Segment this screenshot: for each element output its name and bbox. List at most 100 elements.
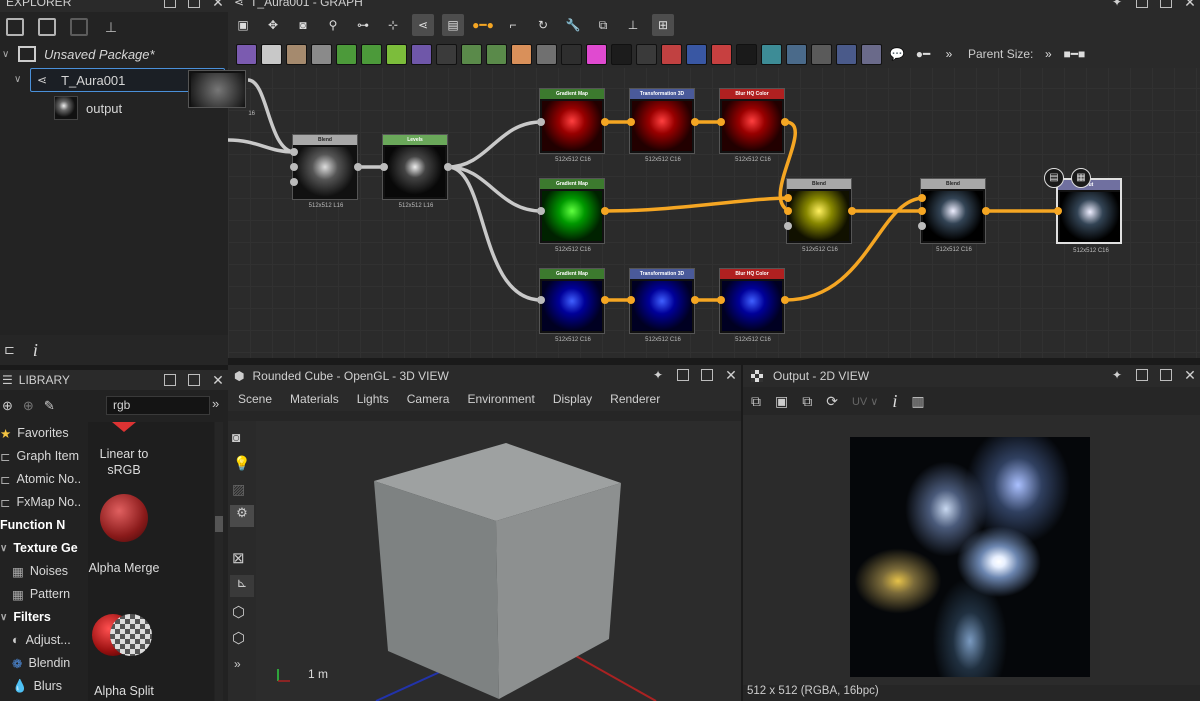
library-item-linear-to-srgb[interactable]: Linear to sRGB [88,446,160,478]
close-icon[interactable]: ✕ [1184,368,1196,382]
category-fxmap-nodes[interactable]: ⊏ FxMap No.. [0,491,88,513]
3d-viewport[interactable] [256,421,741,701]
category-filters[interactable]: ∨ Filters [0,606,88,628]
output-port[interactable] [601,118,609,126]
save-icon[interactable]: ▣ [775,393,788,410]
close-icon[interactable]: ✕ [725,368,737,382]
uv-dropdown[interactable]: UV ∨ [852,395,878,408]
category-graph-items[interactable]: ⊏ Graph Item [0,445,88,467]
pin-icon[interactable]: ✦ [1112,369,1124,381]
category-patterns[interactable]: ▦ Pattern [0,583,88,605]
import-icon[interactable] [38,18,56,36]
category-blurs[interactable]: 💧 Blurs [0,675,88,697]
divider[interactable] [741,365,743,701]
input-port[interactable] [537,207,545,215]
menu-materials[interactable]: Materials [290,392,339,406]
info-icon[interactable]: i [33,340,38,361]
chevron-down-icon[interactable]: ∨ [2,49,16,60]
camera-icon[interactable]: ◙ [232,429,240,445]
input-port[interactable] [918,222,926,230]
copy-icon[interactable]: ⧉ [802,393,812,410]
input-port[interactable] [717,118,725,126]
menu-camera[interactable]: Camera [407,392,450,406]
output-port[interactable] [444,163,452,171]
output-port[interactable] [354,163,362,171]
category-function-nodes[interactable]: Function N [0,514,88,536]
maximize-icon[interactable] [188,374,200,386]
broom-icon[interactable]: ⊥ [102,18,120,36]
input-port[interactable] [918,207,926,215]
pin-icon[interactable]: ✦ [653,369,665,381]
input-node[interactable]: 16 [188,70,255,117]
maximize-icon[interactable] [701,369,713,381]
close-icon[interactable]: ✕ [212,0,224,9]
divider[interactable] [228,358,1200,365]
input-port[interactable] [784,207,792,215]
category-blending[interactable]: ❁ Blendin [0,652,88,674]
light-icon[interactable]: 💡 [233,455,250,472]
category-favorites[interactable]: ★ Favorites [0,422,88,444]
float-icon[interactable] [1136,369,1148,381]
category-noises[interactable]: ▦ Noises [0,560,88,582]
output-port[interactable] [601,296,609,304]
histogram-icon[interactable]: ▥ [911,393,924,410]
menu-lights[interactable]: Lights [357,392,389,406]
node-gradient-map-blue[interactable]: Gradient Map 512x512 C16 [539,268,605,343]
node-output[interactable]: Out 512x512 C16 [1056,178,1122,254]
add-folder-icon[interactable]: ⊕ [2,398,13,414]
input-port[interactable] [537,296,545,304]
node-blur-blue[interactable]: Blur HQ Color 512x512 C16 [719,268,785,343]
category-atomic-nodes[interactable]: ⊏ Atomic No.. [0,468,88,490]
input-port[interactable] [290,178,298,186]
input-port[interactable] [537,118,545,126]
library-item-alpha-merge[interactable]: Alpha Merge [88,560,160,577]
float-icon[interactable] [677,369,689,381]
settings-icon[interactable]: ⚙ [230,505,254,527]
wire-cube-icon[interactable]: ⬡ [232,629,245,647]
chevron-down-icon[interactable]: ∨ [14,74,21,85]
input-port[interactable] [627,296,635,304]
node-levels[interactable]: Levels 512x512 L16 [382,134,448,209]
close-icon[interactable]: ✕ [212,373,224,387]
float-icon[interactable] [164,0,176,8]
input-port[interactable] [717,296,725,304]
output-port[interactable] [781,118,789,126]
info-icon[interactable]: i [892,391,897,412]
input-port[interactable] [1054,207,1062,215]
document-icon[interactable]: ▤ [1044,168,1064,188]
new-package-icon[interactable] [6,18,24,36]
input-port[interactable] [627,118,635,126]
output-port[interactable] [982,207,990,215]
edit-icon[interactable]: ✎ [44,398,55,414]
frame-icon[interactable]: ⊠ [232,549,245,567]
library-search-input[interactable]: rgb [106,396,210,415]
more-icon[interactable]: » [212,396,219,411]
add-icon[interactable]: ⊕ [23,398,34,414]
checker-icon[interactable]: ▦ [1071,168,1091,188]
cube-view-icon[interactable]: ⬡ [232,603,245,621]
input-port[interactable] [784,222,792,230]
input-port[interactable] [290,163,298,171]
node-blend[interactable]: Blend 512x512 L16 [292,134,358,209]
menu-renderer[interactable]: Renderer [610,392,660,406]
node-blur-red[interactable]: Blur HQ Color 512x512 C16 [719,88,785,163]
category-texture-generators[interactable]: ∨ Texture Ge [0,537,88,559]
more-icon[interactable]: » [234,657,241,671]
library-scrollbar[interactable] [215,422,223,701]
scrollbar-thumb[interactable] [215,516,223,532]
divider[interactable] [0,365,228,370]
node-blend-2[interactable]: Blend 512x512 C16 [786,178,852,253]
input-port[interactable] [290,148,298,156]
node-gradient-map-red[interactable]: Gradient Map 512x512 C16 [539,88,605,163]
menu-scene[interactable]: Scene [238,392,272,406]
output-port[interactable] [781,296,789,304]
output-port[interactable] [691,296,699,304]
maximize-icon[interactable] [1160,369,1172,381]
output-port[interactable] [848,207,856,215]
node-gradient-map-green[interactable]: Gradient Map 512x512 C16 [539,178,605,253]
reload-icon[interactable]: ⟳ [826,393,838,410]
frame-icon[interactable]: ⧉ [751,393,761,410]
node-transform3d-blue[interactable]: Transformation 3D 512x512 C16 [629,268,695,343]
axis-icon[interactable]: ⊾ [230,575,254,597]
graph-panel[interactable]: ⋖ T_Aura001 - GRAPH ✦ ✕ ▣ ✥ ◙ ⚲ ⊶ ⊹ ⋖ ▤ … [188,0,1200,358]
